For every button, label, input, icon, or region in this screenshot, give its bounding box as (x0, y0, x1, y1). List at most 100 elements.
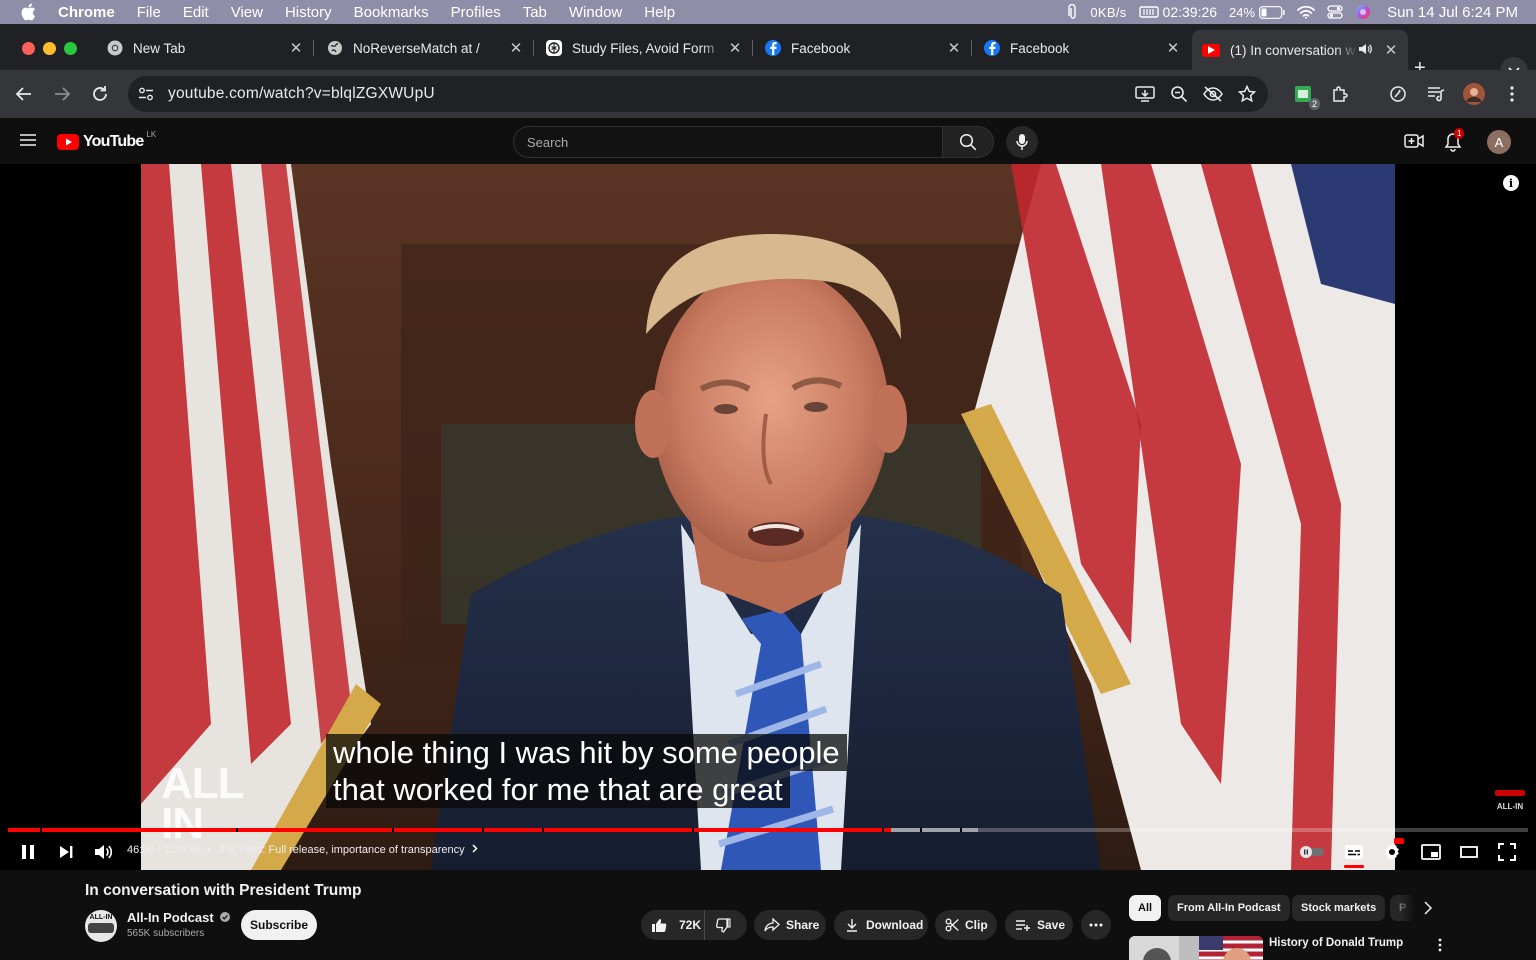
subscribe-button[interactable]: Subscribe (241, 910, 317, 940)
tab-youtube-active[interactable]: (1) In conversation w ✕ (1192, 30, 1408, 70)
subtitles-button[interactable] (1342, 840, 1366, 868)
install-app-icon[interactable] (1135, 84, 1155, 104)
network-speed[interactable]: 0KB/s (1090, 5, 1126, 20)
channel-avatar[interactable]: ALL-IN (85, 910, 117, 942)
menu-window[interactable]: Window (558, 4, 633, 21)
tab-close-icon[interactable]: ✕ (943, 39, 965, 57)
tab-title: Study Files, Avoid Form (572, 40, 715, 56)
address-bar[interactable]: youtube.com/watch?v=blqlZGXWUpU (128, 76, 1268, 112)
mute-button[interactable] (91, 840, 115, 864)
recommendation-menu-button[interactable] (1438, 938, 1442, 957)
bookmark-star-icon[interactable] (1237, 84, 1257, 104)
chips-next-button[interactable] (1423, 901, 1433, 920)
more-actions-button[interactable] (1081, 910, 1111, 940)
download-button[interactable]: Download (834, 910, 928, 940)
profile-button[interactable] (1462, 82, 1486, 106)
fullscreen-button[interactable] (1495, 840, 1519, 864)
info-button[interactable]: i (1503, 175, 1519, 191)
zoom-icon[interactable] (1169, 84, 1189, 104)
menu-history[interactable]: History (274, 4, 343, 21)
chevron-right-icon[interactable] (472, 844, 478, 856)
timer-text[interactable]: 02:39:26 (1163, 4, 1218, 20)
memory-icon[interactable] (1138, 5, 1159, 19)
chrome-menu-button[interactable] (1500, 82, 1524, 106)
back-button[interactable] (12, 82, 36, 106)
minimize-window-button[interactable] (43, 42, 56, 55)
account-avatar[interactable]: A (1487, 130, 1511, 154)
autoplay-toggle[interactable] (1297, 840, 1327, 864)
theater-mode-icon (1460, 846, 1478, 858)
settings-button[interactable] (1380, 838, 1404, 864)
paperclip-icon[interactable] (1068, 4, 1078, 20)
tab-close-icon[interactable]: ✕ (1380, 41, 1402, 59)
speaker-icon[interactable] (1358, 43, 1372, 58)
tab-close-icon[interactable]: ✕ (1162, 39, 1184, 57)
all-in-watermark: ALL IN (161, 759, 244, 848)
tab-close-icon[interactable]: ✕ (724, 39, 746, 57)
guide-menu-button[interactable] (18, 132, 38, 153)
subscribe-mini-badge (1495, 790, 1525, 796)
site-info-icon[interactable] (136, 84, 156, 104)
duration: 1:20:34 (163, 844, 201, 856)
notifications-button[interactable]: 1 (1444, 128, 1465, 157)
wifi-icon[interactable] (1297, 5, 1315, 19)
chip-truncated[interactable]: P (1390, 895, 1416, 921)
clip-button[interactable]: Clip (935, 910, 997, 940)
control-center-icon[interactable] (1327, 5, 1343, 19)
progress-bar[interactable] (8, 828, 1528, 832)
recommendation-title[interactable]: History of Donald Trump (1269, 937, 1403, 949)
chip-stock-markets[interactable]: Stock markets (1292, 895, 1386, 921)
youtube-logo[interactable]: YouTube LK (57, 130, 156, 151)
menu-help[interactable]: Help (633, 4, 686, 21)
menu-file[interactable]: File (126, 4, 172, 21)
url-text[interactable]: youtube.com/watch?v=blqlZGXWUpU (168, 85, 435, 103)
battery-percent[interactable]: 24% (1229, 5, 1255, 20)
chapter-title[interactable]: JFK Files: Full release, importance of t… (216, 844, 464, 856)
video-player[interactable]: ALL IN i ALL-IN whole thing I was hit by… (0, 164, 1536, 870)
performance-button[interactable] (1386, 82, 1410, 106)
siri-icon[interactable] (1355, 4, 1371, 20)
tab-noreversematch[interactable]: NoReverseMatch at / ✕ (315, 32, 534, 64)
menu-bookmarks[interactable]: Bookmarks (343, 4, 440, 21)
eye-off-icon[interactable] (1203, 84, 1223, 104)
save-button[interactable]: Save (1005, 910, 1073, 940)
extensions-button[interactable] (1328, 82, 1352, 106)
search-button[interactable] (942, 126, 994, 158)
dislike-button[interactable] (705, 910, 747, 940)
menu-edit[interactable]: Edit (172, 4, 220, 21)
tab-facebook-2[interactable]: Facebook ✕ (972, 32, 1190, 64)
scissors-icon (945, 918, 959, 932)
close-window-button[interactable] (22, 42, 35, 55)
theater-mode-button[interactable] (1457, 840, 1481, 864)
tab-close-icon[interactable]: ✕ (285, 39, 307, 57)
pause-button[interactable] (16, 840, 40, 864)
reload-button[interactable] (88, 82, 112, 106)
chip-from-channel[interactable]: From All-In Podcast (1168, 895, 1290, 921)
zoom-window-button[interactable] (64, 42, 77, 55)
media-controls-button[interactable] (1424, 82, 1448, 106)
recommendation-thumbnail[interactable] (1129, 936, 1263, 960)
chip-all[interactable]: All (1129, 895, 1162, 921)
next-button[interactable] (54, 840, 78, 864)
channel-name[interactable]: All-In Podcast (127, 910, 231, 925)
menu-view[interactable]: View (220, 4, 274, 21)
tab-facebook-1[interactable]: Facebook ✕ (753, 32, 972, 64)
like-button[interactable]: 72K (641, 910, 705, 940)
menu-clock[interactable]: Sun 14 Jul 6:24 PM (1387, 4, 1518, 21)
apple-menu-icon[interactable] (0, 3, 56, 21)
voice-search-button[interactable] (1006, 126, 1038, 158)
tab-close-icon[interactable]: ✕ (505, 39, 527, 57)
search-input[interactable]: Search (513, 126, 943, 158)
menu-app-name[interactable]: Chrome (56, 4, 126, 21)
miniplayer-button[interactable] (1419, 840, 1443, 864)
share-button[interactable]: Share (754, 910, 826, 940)
create-button[interactable] (1404, 133, 1424, 154)
extension-sheets-button[interactable]: 2 (1290, 82, 1320, 110)
brand-corner-logo[interactable]: ALL-IN (1492, 790, 1528, 811)
tab-new-tab[interactable]: New Tab ✕ (95, 32, 314, 64)
menu-profiles[interactable]: Profiles (440, 4, 512, 21)
menu-tab[interactable]: Tab (512, 4, 558, 21)
battery-icon[interactable] (1259, 5, 1285, 19)
tab-study-files[interactable]: Study Files, Avoid Form ✕ (534, 32, 753, 64)
forward-button[interactable] (50, 82, 74, 106)
